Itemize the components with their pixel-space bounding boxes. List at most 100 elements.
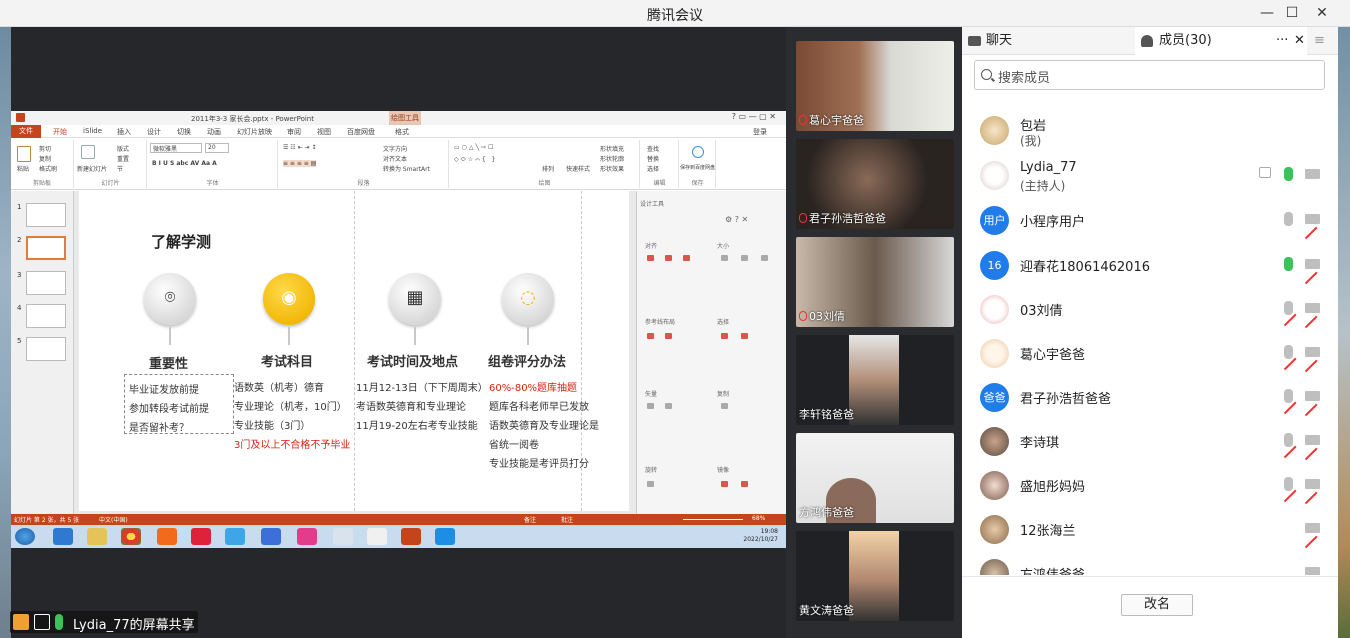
slide-thumbnail[interactable] [26, 337, 66, 361]
mirror-icon[interactable] [721, 481, 728, 487]
mic-on-icon[interactable] [1284, 167, 1293, 181]
ppt-login[interactable]: 登录 [753, 127, 767, 137]
app-icon[interactable] [225, 528, 245, 545]
paste-icon[interactable] [17, 146, 31, 162]
maximize-button[interactable]: ☐ [1281, 3, 1303, 23]
guide-icon[interactable] [647, 333, 654, 339]
status-comments-button[interactable]: 批注 [561, 515, 573, 524]
replace-button[interactable]: 替换 [647, 154, 659, 163]
ppt-tab-format[interactable]: 格式 [395, 127, 409, 137]
slide-thumbnail-active[interactable] [26, 236, 66, 260]
ppt-tab-baidu[interactable]: 百度网盘 [347, 127, 375, 137]
list-buttons[interactable]: ☰ ☷ ⇤ ⇥ ↕ [283, 144, 316, 151]
select-icon[interactable] [741, 333, 748, 339]
font-name-select[interactable]: 微软雅黑 [150, 143, 202, 153]
reset-button[interactable]: 重置 [117, 154, 129, 163]
camera-off-icon[interactable] [1305, 567, 1320, 575]
video-tile[interactable]: 君子孙浩哲爸爸 [796, 139, 954, 229]
ppt-tab-slideshow[interactable]: 幻灯片放映 [237, 127, 272, 137]
member-row[interactable]: 盛旭彤妈妈 [962, 465, 1338, 505]
vector-icon[interactable] [647, 403, 654, 409]
ppt-tab-animations[interactable]: 动画 [207, 127, 221, 137]
close-panel-button[interactable]: ✕ [1294, 27, 1305, 55]
video-tile[interactable]: 03刘倩 [796, 237, 954, 327]
ppt-tab-islide[interactable]: iSlide [83, 127, 102, 135]
member-row[interactable]: 爸爸 君子孙浩哲爸爸 [962, 377, 1338, 417]
align-right-icon[interactable] [683, 255, 690, 261]
tab-members[interactable]: 成员(30) ··· ✕ [1135, 27, 1307, 55]
taskpane-controls[interactable]: ⚙ ? ✕ [725, 215, 748, 224]
screen-share-indicator[interactable]: Lydia_77的屏幕共享 [10, 611, 198, 633]
ppt-tab-insert[interactable]: 插入 [117, 127, 131, 137]
ppt-window-controls[interactable]: ? ▭ — ▢ ✕ [732, 112, 776, 121]
arrange-button[interactable]: 排列 [542, 164, 554, 173]
size-icon[interactable] [761, 255, 768, 261]
quick-styles-button[interactable]: 快速样式 [566, 164, 590, 173]
member-search[interactable]: 搜索成员 [974, 60, 1325, 90]
video-tile[interactable]: 葛心宇爸爸 [796, 41, 954, 131]
member-row[interactable]: 用户 小程序用户 [962, 200, 1338, 240]
new-slide-icon[interactable] [81, 145, 95, 159]
mic-muted-icon[interactable] [1283, 433, 1297, 458]
music-icon[interactable] [191, 528, 211, 545]
camera-off-icon[interactable] [1304, 391, 1320, 416]
video-tile[interactable]: 李轩铭爸爸 [796, 335, 954, 425]
shapes-gallery-row2[interactable]: ◇⬭☆⌒{ } [454, 156, 497, 164]
app-icon[interactable] [157, 528, 177, 545]
settings-icon[interactable] [333, 528, 353, 545]
align-center-icon[interactable] [665, 255, 672, 261]
tab-chat[interactable]: 聊天 [962, 27, 1134, 55]
slide-thumbnail[interactable] [26, 304, 66, 328]
member-row[interactable]: 03刘倩 [962, 289, 1338, 329]
close-button[interactable]: ✕ [1311, 3, 1333, 23]
video-tile[interactable]: 黄文涛爸爸 [796, 531, 954, 621]
mic-icon[interactable] [1284, 212, 1293, 226]
more-options-button[interactable]: ··· [1276, 27, 1288, 55]
size-icon[interactable] [741, 255, 748, 261]
ppt-tab-home[interactable]: 开始 [53, 127, 67, 137]
baidu-cloud-icon[interactable] [692, 146, 704, 158]
app-icon[interactable] [367, 528, 387, 545]
camera-off-icon[interactable] [1304, 303, 1320, 328]
copy-icon[interactable] [721, 403, 728, 409]
member-row[interactable]: 16 迎春花18061462016 [962, 245, 1338, 285]
slide-thumbnail[interactable] [26, 203, 66, 227]
mic-muted-icon[interactable] [1283, 301, 1297, 326]
mic-muted-icon[interactable] [1283, 477, 1297, 502]
powerpoint-icon[interactable] [401, 528, 421, 545]
camera-off-icon[interactable] [1304, 347, 1320, 372]
shared-screen[interactable]: 2011年3-3 家长会.pptx - PowerPoint 绘图工具 ? ▭ … [11, 111, 786, 548]
cut-button[interactable]: 剪切 [39, 144, 51, 153]
shape-effects-button[interactable]: 形状效果 [600, 164, 624, 173]
minimize-button[interactable]: — [1256, 3, 1278, 23]
camera-off-icon[interactable] [1304, 259, 1320, 284]
member-row[interactable]: Lydia_77 (主持人) [962, 155, 1338, 195]
align-buttons[interactable]: ≡ ≡ ≡ ≡ ▤ [283, 160, 317, 167]
member-row[interactable]: 李诗琪 [962, 421, 1338, 461]
shape-outline-button[interactable]: 形状轮廓 [600, 154, 624, 163]
text-direction-button[interactable]: 文字方向 [383, 144, 407, 153]
security-icon[interactable] [261, 528, 281, 545]
ppt-tab-view[interactable]: 视图 [317, 127, 331, 137]
member-row[interactable]: 包岩 (我) [962, 110, 1338, 150]
camera-icon[interactable] [1305, 169, 1320, 179]
format-painter-button[interactable]: 格式刷 [39, 164, 57, 173]
camera-off-icon[interactable] [1304, 435, 1320, 460]
ppt-tab-transitions[interactable]: 切换 [177, 127, 191, 137]
mic-muted-icon[interactable] [1283, 389, 1297, 414]
camera-off-icon[interactable] [1304, 479, 1320, 504]
copy-button[interactable]: 复制 [39, 154, 51, 163]
status-notes-button[interactable]: 备注 [524, 515, 536, 524]
folder-icon[interactable] [87, 528, 107, 545]
ppt-tab-review[interactable]: 审阅 [287, 127, 301, 137]
shape-fill-button[interactable]: 形状填充 [600, 144, 624, 153]
zoom-slider[interactable] [683, 519, 743, 520]
find-button[interactable]: 查找 [647, 144, 659, 153]
ppt-tab-file[interactable]: 文件 [11, 125, 41, 138]
start-icon[interactable] [15, 528, 35, 545]
camera-off-icon[interactable] [1304, 523, 1320, 548]
chrome-icon[interactable] [121, 528, 141, 545]
mic-on-icon[interactable] [1284, 257, 1293, 271]
shapes-gallery[interactable]: ▭○△╲⇨☐ [454, 144, 496, 151]
size-icon[interactable] [721, 255, 728, 261]
